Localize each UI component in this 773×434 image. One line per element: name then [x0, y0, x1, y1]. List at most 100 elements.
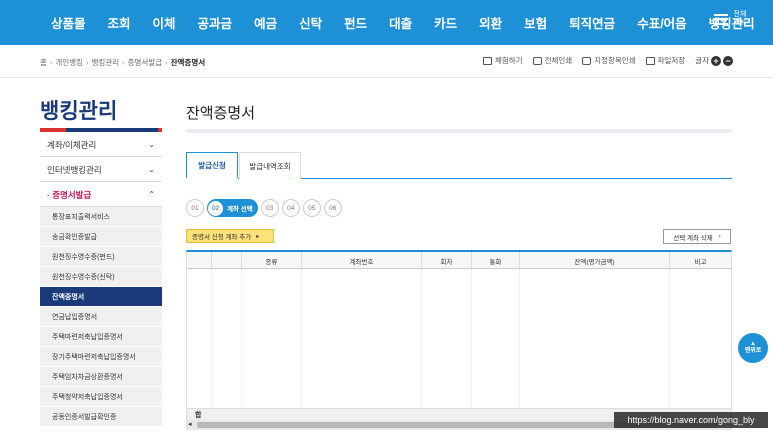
title-divider [186, 129, 732, 133]
table-header-currency: 통화 [472, 252, 520, 269]
step-03: 03 [260, 199, 279, 217]
top-nav-item[interactable]: 외환 [468, 13, 513, 32]
top-nav-item[interactable]: 신탁 [288, 13, 333, 32]
print-all-button[interactable]: 전체인쇄 [532, 55, 573, 66]
sidebar-menu-label: · 증명서발급 [47, 189, 92, 200]
sidebar-subitem[interactable]: 원천징수영수증(펀드) [40, 247, 162, 267]
tab-bar: 발급신청 발급내역조회 [186, 152, 732, 179]
tab-issue-history[interactable]: 발급내역조회 [239, 152, 301, 179]
breadcrumb-item-certificate[interactable]: 증명서발급 [128, 57, 163, 68]
step-06: 06 [323, 199, 342, 217]
sidebar-subitem[interactable]: 연금납입증명서 [40, 307, 162, 327]
breadcrumb-current: 잔액증명서 [170, 58, 206, 67]
top-nav-item[interactable]: 조회 [97, 13, 142, 32]
table-header-balance: 잔액(평가금액) [520, 252, 670, 269]
top-nav-item[interactable]: 카드 [423, 13, 468, 32]
table-header-check [187, 252, 212, 269]
top-nav-menu: 상품몰 조회 이체 공과금 예금 신탁 펀드 대출 카드 외환 보험 퇴직연금 수표/어음 뱅킹관리 [40, 13, 766, 32]
top-nav-item[interactable]: 보험 [513, 13, 558, 32]
watermark: https://blog.naver.com/gong_bly [614, 412, 768, 428]
all-menu-button[interactable]: 전체 메뉴 [714, 11, 747, 27]
guide-button[interactable]: 체험하기 [482, 55, 523, 66]
step-02-current: 02 계좌 선택 [207, 199, 258, 217]
step-05: 05 [302, 199, 321, 217]
sidebar-subitem[interactable]: 장기주택마련저축납입증명서 [40, 347, 162, 367]
delete-account-label: 선택 계좌 삭제 [673, 234, 713, 242]
add-account-label: 증명서 신청 계좌 추가 [192, 234, 252, 241]
utility-bar: 홈 › 개인뱅킹 › 뱅킹관리 › 증명서발급 › 잔액증명서 체험하기 전체인쇄 지정… [0, 45, 773, 78]
step-number: 02 [208, 200, 223, 216]
top-nav-item[interactable]: 펀드 [333, 13, 378, 32]
sidebar-subitem[interactable]: 통장표지출력서비스 [40, 207, 162, 227]
step-label: 계좌 선택 [227, 206, 253, 213]
table-header: 종류 계좌번호 회차 통화 잔액(평가금액) 비고 [187, 252, 731, 269]
top-nav-item[interactable]: 대출 [378, 13, 423, 32]
sidebar-menu-certificate[interactable]: · 증명서발급 ⌃ [40, 183, 162, 207]
save-file-label: 파일저장 [657, 56, 686, 65]
chevron-down-icon: ⌄ [148, 140, 155, 149]
delete-selected-account-button[interactable]: 선택 계좌 삭제 › [663, 229, 731, 244]
table-header-blank [212, 252, 242, 269]
sidebar-subitem[interactable]: 공동인증서발급확인증 [40, 407, 162, 427]
chevron-right-icon: › [718, 233, 721, 240]
account-table: 종류 계좌번호 회차 통화 잔액(평가금액) 비고 합 ◂ [186, 250, 732, 430]
table-header-type: 종류 [242, 252, 302, 269]
step-01: 01 [186, 199, 204, 217]
printer-icon [582, 56, 592, 65]
table-header-round: 회차 [422, 252, 472, 269]
top-nav-item[interactable]: 상품몰 [40, 13, 97, 32]
step-indicator: 01 02 계좌 선택 03 04 05 06 [186, 199, 345, 217]
floppy-icon [645, 56, 655, 65]
breadcrumb-item-home[interactable]: 홈 [40, 57, 47, 68]
sidebar-menu-account-transfer[interactable]: 계좌/이체관리 ⌄ [40, 133, 162, 157]
breadcrumb: 홈 › 개인뱅킹 › 뱅킹관리 › 증명서발급 › 잔액증명서 [40, 57, 206, 68]
sidebar-menu-label: 계좌/이체관리 [47, 139, 97, 150]
chevron-down-icon: ⌄ [148, 165, 155, 174]
breadcrumb-item-banking-mgmt[interactable]: 뱅킹관리 [92, 57, 120, 68]
print-selected-button[interactable]: 지정항목인쇄 [582, 55, 636, 66]
guide-icon [482, 56, 492, 65]
save-file-button[interactable]: 파일저장 [645, 55, 686, 66]
breadcrumb-item-personal[interactable]: 개인뱅킹 [55, 57, 83, 68]
printer-icon [532, 56, 542, 65]
hamburger-icon [714, 13, 728, 25]
top-nav-item[interactable]: 공과금 [187, 13, 244, 32]
font-size-control: 글자 + − [695, 55, 733, 66]
chevron-right-icon: ▸ [256, 233, 260, 240]
table-footer-sum: 합 [195, 412, 202, 419]
all-menu-label: 전체 메뉴 [733, 11, 747, 26]
chevron-up-icon: ⌃ [148, 190, 155, 199]
sidebar-subitem[interactable]: 원천징수영수증(신탁) [40, 267, 162, 287]
scroll-to-top-label: 맨위로 [744, 348, 762, 354]
print-selected-label: 지정항목인쇄 [594, 56, 636, 65]
scroll-to-top-button[interactable]: ▲ 맨위로 [738, 333, 768, 363]
sidebar-title: 뱅킹관리 [40, 100, 118, 123]
tab-issue-request[interactable]: 발급신청 [186, 152, 238, 179]
scroll-left-arrow-icon[interactable]: ◂ [188, 420, 192, 430]
top-nav-item[interactable]: 퇴직연금 [558, 13, 626, 32]
sidebar-subitem[interactable]: 송금확인증발급 [40, 227, 162, 247]
top-nav-item[interactable]: 예금 [243, 13, 288, 32]
font-increase-button[interactable]: + [711, 55, 721, 66]
sidebar-subitem[interactable]: 주택청약저축납입증명서 [40, 387, 162, 407]
add-account-button[interactable]: 증명서 신청 계좌 추가 ▸ [186, 229, 274, 243]
guide-label: 체험하기 [494, 56, 523, 65]
page-title: 잔액증명서 [186, 105, 256, 122]
arrow-up-icon: ▲ [750, 341, 756, 347]
font-decrease-button[interactable]: − [723, 55, 733, 66]
table-header-note: 비고 [694, 258, 707, 266]
step-04: 04 [281, 199, 300, 217]
page-tools: 체험하기 전체인쇄 지정항목인쇄 파일저장 글자 + − [473, 55, 733, 66]
top-nav-item[interactable]: 이체 [142, 13, 187, 32]
sidebar-subitem[interactable]: 주택임차차금상환증명서 [40, 367, 162, 387]
table-header-account-number: 계좌번호 [302, 252, 422, 269]
sidebar-menu-internet-banking[interactable]: 인터넷뱅킹관리 ⌄ [40, 158, 162, 182]
print-all-label: 전체인쇄 [544, 56, 573, 65]
sidebar-subitem-active[interactable]: 잔액증명서 [40, 287, 162, 307]
sidebar-menu-label: 인터넷뱅킹관리 [47, 164, 102, 175]
top-nav-item[interactable]: 수표/어음 [626, 13, 697, 32]
sidebar-divider [40, 128, 162, 132]
font-size-label: 글자 [695, 56, 709, 65]
top-navigation-bar: 상품몰 조회 이체 공과금 예금 신탁 펀드 대출 카드 외환 보험 퇴직연금 수표/어음 뱅킹관리 전체… [0, 0, 773, 45]
sidebar-subitem[interactable]: 주택마련저축납입증명서 [40, 327, 162, 347]
